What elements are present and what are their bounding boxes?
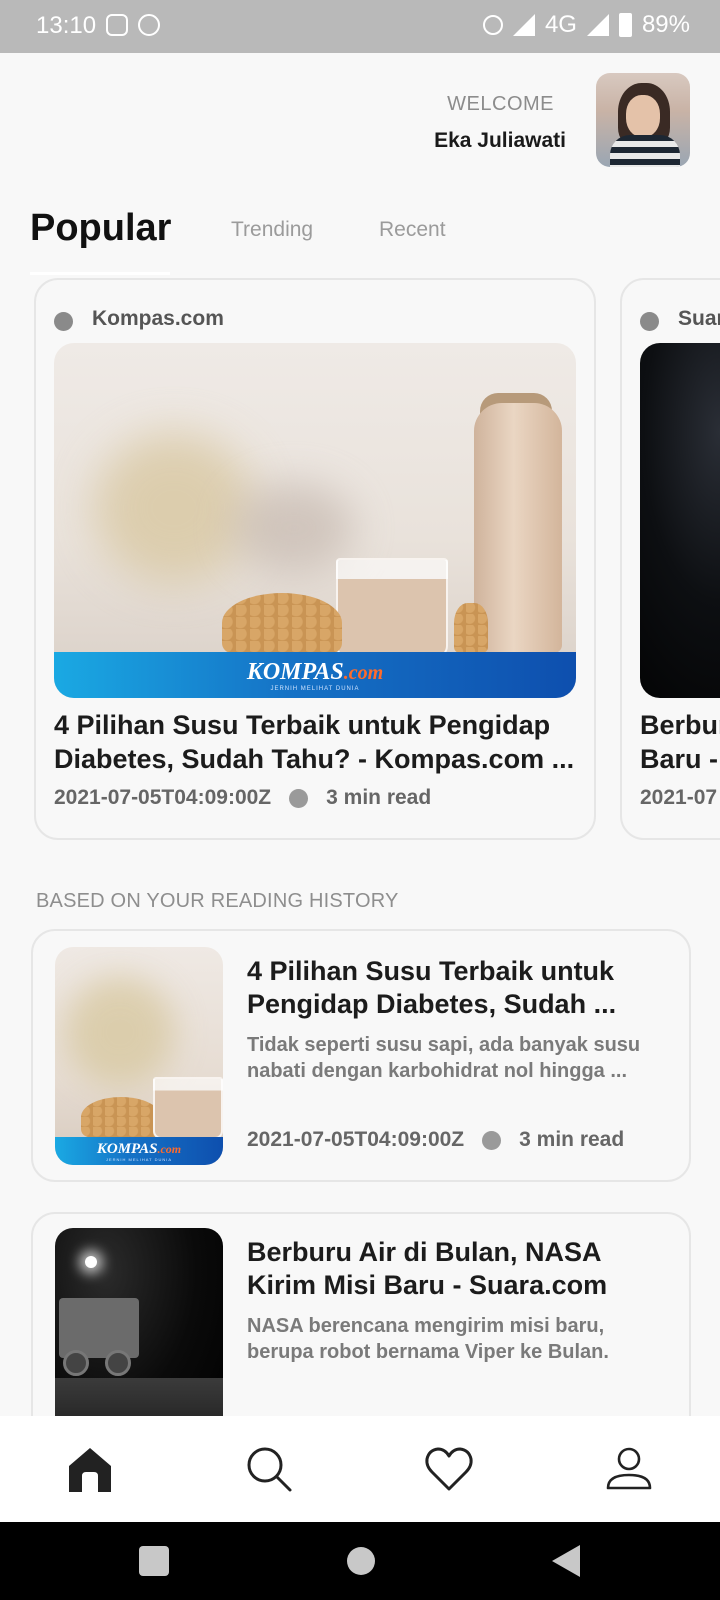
welcome-label: WELCOME bbox=[447, 93, 554, 115]
status-time: 13:10 bbox=[36, 12, 97, 39]
popular-article-card[interactable]: Suar Berbur Baru - 2021-07 bbox=[620, 278, 720, 840]
article-meta: 2021-07 bbox=[640, 786, 717, 810]
article-source: Suar bbox=[678, 307, 720, 330]
nav-search[interactable] bbox=[244, 1444, 294, 1494]
signal-icon bbox=[512, 14, 535, 36]
home-icon bbox=[69, 1448, 111, 1492]
nav-profile[interactable] bbox=[604, 1444, 654, 1494]
article-read-time: 3 min read bbox=[519, 1128, 625, 1151]
avatar[interactable] bbox=[596, 73, 690, 167]
kompas-banner: KOMPAS.com JERNIH MELIHAT DUNIA bbox=[54, 652, 576, 698]
back-icon[interactable] bbox=[552, 1545, 580, 1577]
article-image: KOMPAS.com JERNIH MELIHAT DUNIA bbox=[54, 343, 576, 698]
user-name: Eka Juliawati bbox=[434, 129, 566, 152]
battery-icon bbox=[618, 13, 632, 37]
article-meta: 2021-07-05T04:09:00Z 3 min read bbox=[247, 1128, 624, 1152]
image-brand-suffix: .com bbox=[343, 661, 384, 684]
section-label: BASED ON YOUR READING HISTORY bbox=[36, 890, 399, 912]
article-image bbox=[640, 343, 720, 698]
meta-separator bbox=[482, 1130, 502, 1150]
kompas-banner: KOMPAS.com JERNIH MELIHAT DUNIA bbox=[55, 1137, 223, 1165]
search-icon bbox=[247, 1447, 292, 1492]
article-title-line2: Baru - bbox=[640, 744, 719, 774]
bottom-navigation bbox=[0, 1416, 720, 1522]
status-indicators: 4G 89% bbox=[482, 11, 690, 39]
network-type: 4G bbox=[544, 11, 577, 38]
status-bar: 13:10 4G 89% bbox=[0, 0, 720, 53]
tab-recent[interactable]: Recent bbox=[379, 218, 446, 242]
article-thumbnail bbox=[55, 1228, 223, 1446]
article-date: 2021-07 bbox=[640, 786, 718, 809]
tab-trending[interactable]: Trending bbox=[231, 218, 313, 242]
popular-article-card[interactable]: Kompas.com KOMPAS.com JERNIH MELIHAT DUN… bbox=[34, 278, 596, 840]
home-button-icon[interactable] bbox=[347, 1547, 375, 1575]
article-title-line1: 4 Pilihan Susu Terbaik untuk Pengidap bbox=[54, 710, 551, 740]
tab-active-indicator bbox=[30, 272, 170, 275]
tab-popular[interactable]: Popular bbox=[30, 207, 171, 250]
article-title: Berbur Baru - bbox=[640, 708, 720, 776]
profile-icon bbox=[606, 1447, 652, 1490]
signal-2-icon bbox=[586, 14, 609, 36]
list-item[interactable]: KOMPAS.com JERNIH MELIHAT DUNIA 4 Piliha… bbox=[31, 929, 691, 1182]
sync-icon bbox=[138, 14, 160, 36]
article-description: Tidak seperti susu sapi, ada banyak susu… bbox=[247, 1034, 641, 1082]
meta-separator bbox=[289, 788, 309, 808]
source-dot bbox=[640, 312, 659, 331]
nav-home[interactable] bbox=[65, 1444, 115, 1494]
article-title: 4 Pilihan Susu Terbaik untuk Pengidap Di… bbox=[54, 708, 580, 776]
article-thumbnail: KOMPAS.com JERNIH MELIHAT DUNIA bbox=[55, 947, 223, 1165]
instagram-icon bbox=[106, 14, 128, 36]
image-tagline: JERNIH MELIHAT DUNIA bbox=[270, 685, 360, 692]
article-title-line2: Diabetes, Sudah Tahu? - Kompas.com ... bbox=[54, 744, 575, 774]
article-source: Kompas.com bbox=[92, 307, 224, 330]
article-description: NASA berencana mengirim misi baru, berup… bbox=[247, 1315, 609, 1363]
article-date: 2021-07-05T04:09:00Z bbox=[54, 786, 272, 809]
image-brand: KOMPAS bbox=[96, 1140, 158, 1157]
image-brand-suffix: .com bbox=[157, 1141, 182, 1156]
article-meta: 2021-07-05T04:09:00Z 3 min read bbox=[54, 786, 431, 810]
system-navigation-bar bbox=[0, 1522, 720, 1600]
heart-icon bbox=[425, 1447, 473, 1491]
recents-icon[interactable] bbox=[139, 1546, 169, 1576]
notification-icons bbox=[106, 14, 160, 36]
image-tagline: JERNIH MELIHAT DUNIA bbox=[105, 1156, 173, 1162]
nav-favorites[interactable] bbox=[424, 1444, 474, 1494]
article-title-line1: Berbur bbox=[640, 710, 720, 740]
article-read-time: 3 min read bbox=[326, 786, 432, 809]
source-dot bbox=[54, 312, 73, 331]
article-title: 4 Pilihan Susu Terbaik untuk Pengidap Di… bbox=[247, 956, 617, 1019]
image-brand: KOMPAS bbox=[246, 658, 344, 685]
article-title: Berburu Air di Bulan, NASA Kirim Misi Ba… bbox=[247, 1237, 608, 1300]
battery-level: 89% bbox=[641, 11, 690, 38]
hotspot-icon bbox=[482, 15, 503, 35]
article-date: 2021-07-05T04:09:00Z bbox=[247, 1128, 465, 1151]
